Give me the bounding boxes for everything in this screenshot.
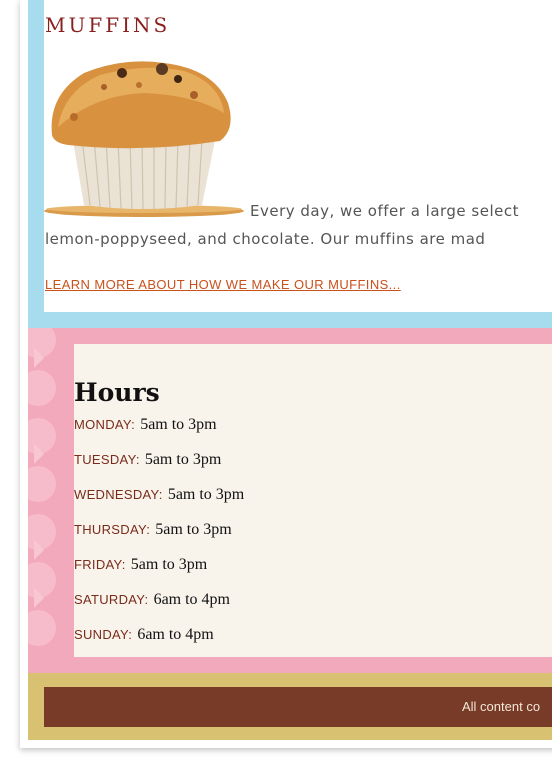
hours-row-monday: MONDAY: 5am to 3pm: [74, 414, 217, 434]
day-label: SATURDAY:: [74, 592, 149, 607]
day-hours: 5am to 3pm: [155, 521, 232, 538]
hours-row-friday: FRIDAY: 5am to 3pm: [74, 554, 207, 574]
page-content: MUFFINS Every day, we offer a large sele…: [28, 0, 552, 740]
muffins-panel: MUFFINS Every day, we offer a large sele…: [44, 0, 552, 312]
day-label: SUNDAY:: [74, 627, 133, 642]
day-hours: 5am to 3pm: [130, 556, 208, 573]
hours-section: Hours MONDAY: 5am to 3pm TUESDAY: 5am to…: [28, 328, 552, 673]
hours-row-sunday: SUNDAY: 6am to 4pm: [74, 624, 214, 644]
day-hours: 6am to 4pm: [153, 591, 230, 608]
day-hours: 5am to 3pm: [167, 486, 245, 503]
hours-row-saturday: SATURDAY: 6am to 4pm: [74, 589, 230, 609]
muffins-description-line1: Every day, we offer a large select: [250, 202, 519, 220]
day-label: THURSDAY:: [74, 522, 151, 537]
day-hours: 6am to 4pm: [137, 626, 214, 643]
hours-row-wednesday: WEDNESDAY: 5am to 3pm: [74, 484, 244, 504]
hours-heading: Hours: [74, 378, 160, 407]
muffins-section: MUFFINS Every day, we offer a large sele…: [28, 0, 552, 328]
day-label: WEDNESDAY:: [74, 487, 163, 502]
day-hours: 5am to 3pm: [144, 451, 222, 468]
footer-section: All content co: [28, 673, 552, 740]
muffins-description-line2: lemon-poppyseed, and chocolate. Our muff…: [45, 230, 486, 248]
scallop-border-decoration: [28, 328, 56, 646]
day-label: MONDAY:: [74, 417, 136, 432]
hours-row-thursday: THURSDAY: 5am to 3pm: [74, 519, 232, 539]
footer-copyright-text: All content co: [462, 699, 541, 714]
hours-row-tuesday: TUESDAY: 5am to 3pm: [74, 449, 221, 469]
day-hours: 5am to 3pm: [140, 416, 217, 433]
day-label: FRIDAY:: [74, 557, 126, 572]
muffin-photo: [44, 61, 244, 217]
footer-bar: All content co: [44, 687, 552, 727]
day-label: TUESDAY:: [74, 452, 140, 467]
learn-more-muffins-link[interactable]: LEARN MORE ABOUT HOW WE MAKE OUR MUFFINS…: [45, 277, 401, 292]
hours-panel: Hours MONDAY: 5am to 3pm TUESDAY: 5am to…: [74, 344, 552, 657]
muffins-heading: MUFFINS: [45, 13, 171, 37]
